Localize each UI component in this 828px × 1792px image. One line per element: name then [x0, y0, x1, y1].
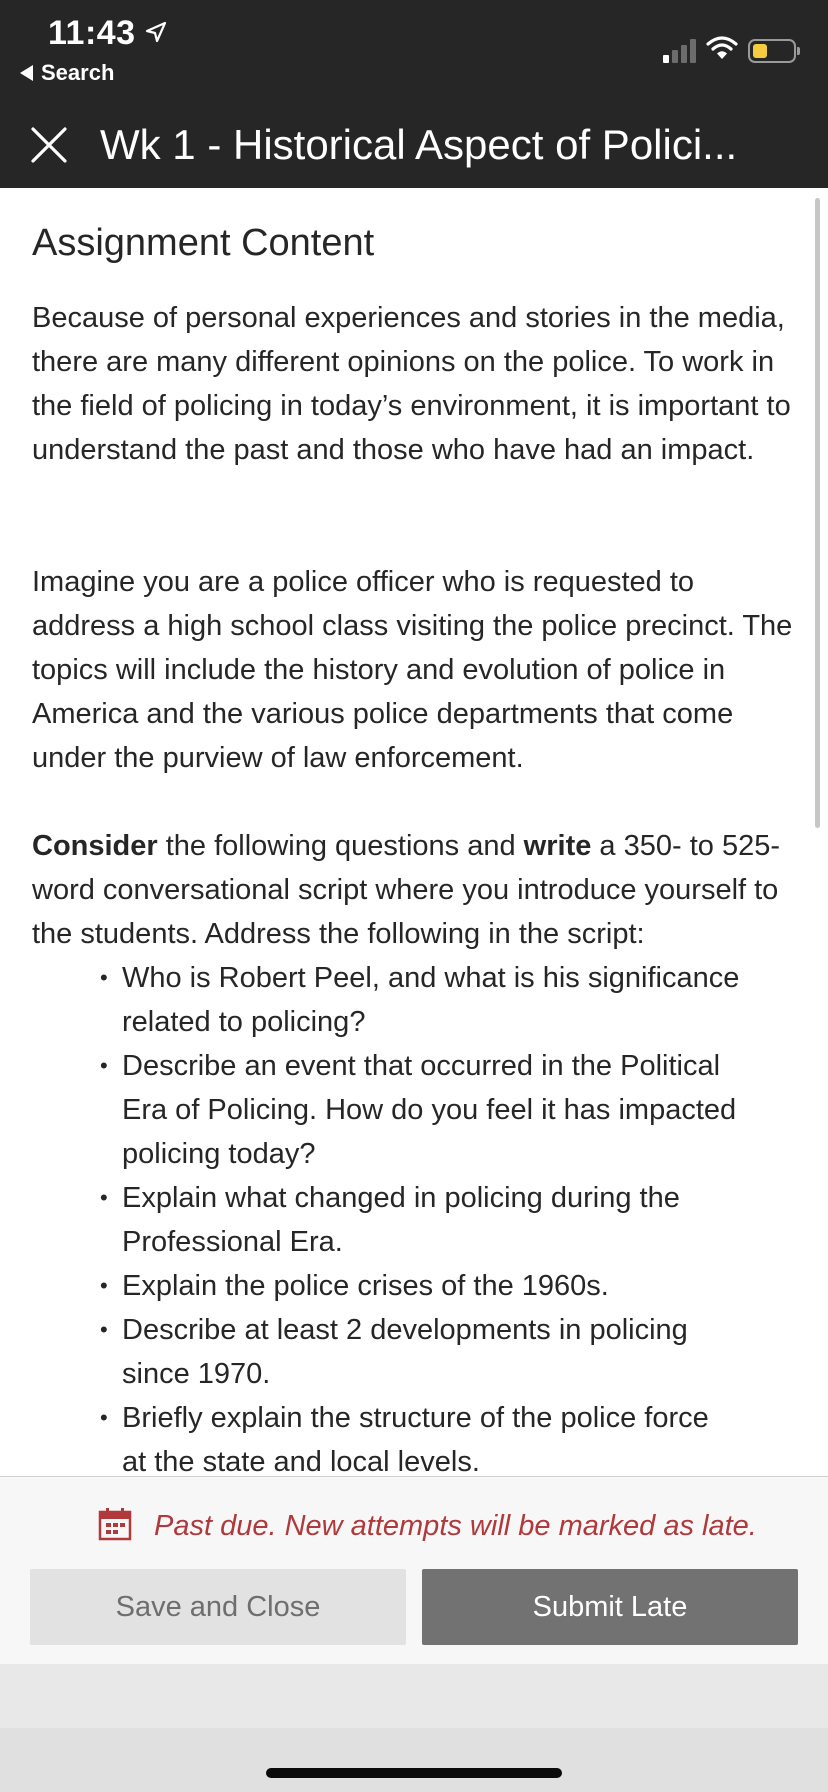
- instruction-bold-write: write: [523, 830, 592, 862]
- back-to-search-button[interactable]: Search: [20, 60, 114, 86]
- list-item: Describe at least 2 developments in poli…: [100, 1308, 740, 1396]
- save-and-close-button[interactable]: Save and Close: [30, 1569, 406, 1645]
- back-arrow-icon: [20, 65, 33, 81]
- paragraph-instructions: Consider the following questions and wri…: [32, 824, 802, 956]
- list-item: Explain what changed in policing during …: [100, 1176, 740, 1264]
- close-button[interactable]: [28, 124, 70, 166]
- paragraph-scenario: Imagine you are a police officer who is …: [32, 566, 793, 774]
- list-item: Who is Robert Peel, and what is his sign…: [100, 956, 740, 1044]
- home-indicator[interactable]: [266, 1768, 562, 1778]
- late-notice-text: Past due. New attempts will be marked as…: [154, 1510, 757, 1542]
- cellular-signal-icon: [663, 38, 696, 63]
- section-heading: Assignment Content: [32, 222, 375, 264]
- requirements-list: Who is Robert Peel, and what is his sign…: [100, 956, 740, 1476]
- status-indicators: [663, 36, 800, 65]
- battery-icon: [748, 38, 800, 63]
- scrollbar[interactable]: [815, 198, 820, 828]
- nav-bar: Wk 1 - Historical Aspect of Polici...: [0, 102, 828, 188]
- calendar-icon: [98, 1507, 132, 1546]
- paragraph-intro: Because of personal experiences and stor…: [32, 302, 791, 466]
- back-search-label: Search: [41, 60, 115, 85]
- location-arrow-icon: [144, 14, 168, 53]
- list-item: Briefly explain the structure of the pol…: [100, 1396, 740, 1476]
- instruction-bold-consider: Consider: [32, 830, 158, 862]
- home-indicator-area: [0, 1728, 828, 1792]
- list-item: Explain the police crises of the 1960s.: [100, 1264, 740, 1308]
- status-time-text: 11:43: [48, 14, 136, 52]
- submit-late-button[interactable]: Submit Late: [422, 1569, 798, 1645]
- wifi-icon: [706, 36, 738, 65]
- assignment-content-area[interactable]: Assignment Content Because of personal e…: [0, 188, 828, 1476]
- submission-panel: Past due. New attempts will be marked as…: [0, 1476, 828, 1664]
- late-notice: Past due. New attempts will be marked as…: [98, 1507, 757, 1546]
- footer-spacer: [0, 1664, 828, 1728]
- instruction-text-1: the following questions and: [157, 830, 524, 862]
- top-header: 11:43 Search Wk 1 - Historical Aspect of…: [0, 0, 828, 188]
- page-title: Wk 1 - Historical Aspect of Polici...: [100, 121, 738, 168]
- status-time: 11:43: [48, 14, 168, 53]
- close-icon: [31, 127, 67, 163]
- list-item: Describe an event that occurred in the P…: [100, 1044, 740, 1176]
